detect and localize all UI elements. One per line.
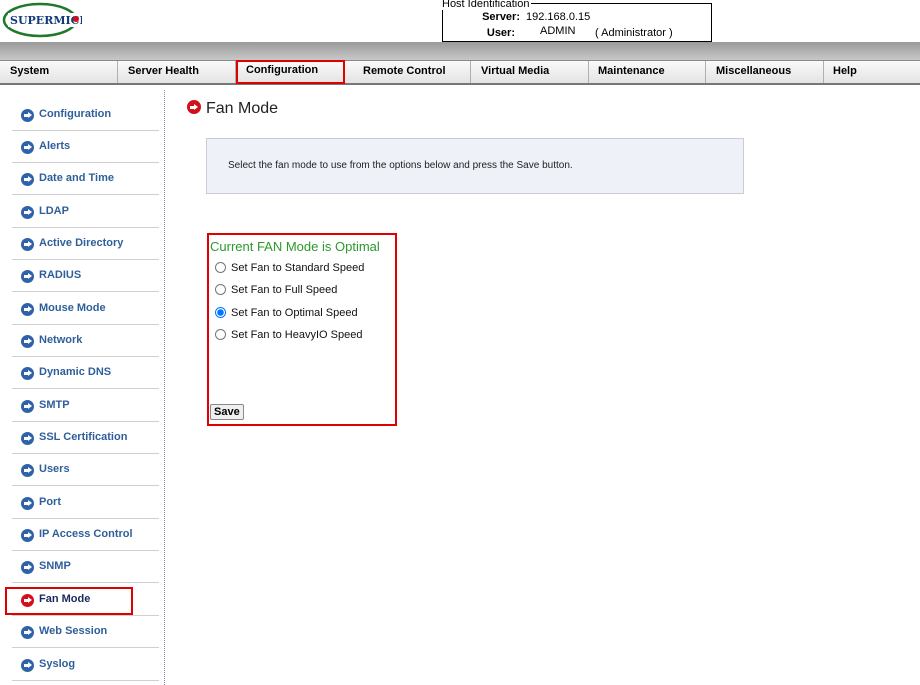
circle-right-arrow-icon bbox=[21, 659, 34, 672]
option-label: Set Fan to HeavyIO Speed bbox=[231, 329, 363, 341]
host-identification-box: Host Identification Server: 192.168.0.15… bbox=[442, 0, 712, 42]
circle-right-arrow-icon bbox=[21, 626, 34, 639]
option-label: Set Fan to Standard Speed bbox=[231, 262, 365, 274]
sidebar-item-label: Active Directory bbox=[39, 237, 124, 249]
option-heavyio-speed[interactable]: Set Fan to HeavyIO Speed bbox=[215, 328, 363, 341]
sidebar-item-label: Dynamic DNS bbox=[39, 366, 112, 378]
sidebar-item-label: SMTP bbox=[39, 399, 70, 411]
option-standard-speed[interactable]: Set Fan to Standard Speed bbox=[215, 261, 365, 274]
user-role: ( Administrator ) bbox=[595, 27, 673, 39]
menu-server-health[interactable]: Server Health bbox=[118, 61, 236, 83]
sidebar-item-label: SNMP bbox=[39, 560, 71, 572]
sidebar-item-ldap[interactable]: LDAP bbox=[12, 196, 159, 228]
sidebar-item-label: Alerts bbox=[39, 140, 71, 152]
fan-mode-status: Current FAN Mode is Optimal bbox=[210, 239, 380, 254]
info-text: Select the fan mode to use from the opti… bbox=[228, 160, 573, 171]
page-title: Fan Mode bbox=[187, 100, 278, 118]
menu-miscellaneous[interactable]: Miscellaneous bbox=[706, 61, 824, 83]
sidebar-item-ssl-certification[interactable]: SSL Certification bbox=[12, 422, 159, 454]
sidebar-item-web-session[interactable]: Web Session bbox=[12, 616, 159, 648]
sidebar-item-configuration[interactable]: Configuration bbox=[12, 99, 159, 131]
radio-standard-speed[interactable] bbox=[215, 261, 226, 273]
server-label: Server: bbox=[482, 11, 520, 23]
gray-band bbox=[0, 42, 920, 60]
option-label: Set Fan to Full Speed bbox=[231, 284, 338, 296]
sidebar-item-users[interactable]: Users bbox=[12, 454, 159, 486]
sidebar-item-label: Configuration bbox=[39, 108, 112, 120]
header: SUPERMICRO Host Identification Server: 1… bbox=[0, 0, 920, 42]
circle-right-arrow-icon bbox=[21, 529, 34, 542]
circle-right-arrow-icon bbox=[21, 400, 34, 413]
sidebar-item-date-and-time[interactable]: Date and Time bbox=[12, 163, 159, 195]
circle-right-arrow-icon bbox=[21, 432, 34, 445]
sidebar-item-label: Syslog bbox=[39, 658, 76, 670]
sidebar-item-smtp[interactable]: SMTP bbox=[12, 390, 159, 422]
sidebar-item-syslog[interactable]: Syslog bbox=[12, 649, 159, 681]
host-legend: Host Identification bbox=[442, 0, 532, 10]
menu-configuration[interactable]: Configuration bbox=[236, 60, 345, 84]
sidebar-item-label: Port bbox=[39, 496, 61, 508]
circle-right-arrow-icon bbox=[21, 206, 34, 219]
sidebar-item-ip-access-control[interactable]: IP Access Control bbox=[12, 519, 159, 551]
fan-mode-form: Current FAN Mode is Optimal Set Fan to S… bbox=[207, 233, 397, 426]
supermicro-logo: SUPERMICRO bbox=[2, 2, 82, 38]
circle-right-arrow-icon bbox=[21, 109, 34, 122]
sidebar-item-snmp[interactable]: SNMP bbox=[12, 551, 159, 583]
sidebar-item-label: SSL Certification bbox=[39, 431, 128, 443]
sidebar-item-active-directory[interactable]: Active Directory bbox=[12, 228, 159, 260]
user-value: ADMIN bbox=[540, 25, 576, 37]
circle-right-arrow-icon bbox=[21, 141, 34, 154]
radio-full-speed[interactable] bbox=[215, 283, 226, 295]
sidebar-item-label: Web Session bbox=[39, 625, 108, 637]
sidebar-item-mouse-mode[interactable]: Mouse Mode bbox=[12, 293, 159, 325]
sidebar-item-label: LDAP bbox=[39, 205, 69, 217]
menu-remote-control[interactable]: Remote Control bbox=[353, 61, 471, 83]
circle-right-arrow-icon bbox=[21, 238, 34, 251]
sidebar-item-label: Date and Time bbox=[39, 172, 114, 184]
user-label: User: bbox=[486, 27, 515, 39]
sidebar-item-label: RADIUS bbox=[39, 269, 82, 281]
circle-right-arrow-icon bbox=[21, 303, 34, 316]
logo-text: SUPERMICRO bbox=[10, 14, 82, 27]
option-label: Set Fan to Optimal Speed bbox=[231, 307, 358, 319]
sidebar-item-label: Network bbox=[39, 334, 83, 346]
option-full-speed[interactable]: Set Fan to Full Speed bbox=[215, 283, 338, 296]
sidebar-item-alerts[interactable]: Alerts bbox=[12, 131, 159, 163]
circle-right-arrow-icon bbox=[21, 335, 34, 348]
circle-right-arrow-icon bbox=[21, 270, 34, 283]
circle-right-arrow-icon bbox=[21, 561, 34, 574]
sidebar-item-radius[interactable]: RADIUS bbox=[12, 260, 159, 292]
sidebar-item-dynamic-dns[interactable]: Dynamic DNS bbox=[12, 357, 159, 389]
top-menu-bar: System Server Health Configuration Remot… bbox=[0, 60, 920, 85]
menu-virtual-media[interactable]: Virtual Media bbox=[471, 61, 589, 83]
radio-heavyio-speed[interactable] bbox=[215, 328, 226, 340]
save-button[interactable]: Save bbox=[210, 404, 244, 420]
radio-optimal-speed[interactable] bbox=[215, 306, 226, 318]
info-box: Select the fan mode to use from the opti… bbox=[206, 138, 744, 194]
fan-mode-highlight-box bbox=[5, 587, 133, 615]
circle-right-arrow-icon bbox=[21, 497, 34, 510]
circle-right-arrow-icon bbox=[187, 100, 201, 115]
sidebar-item-label: IP Access Control bbox=[39, 528, 133, 540]
menu-system[interactable]: System bbox=[0, 61, 118, 83]
menu-maintenance[interactable]: Maintenance bbox=[588, 61, 706, 83]
sidebar-item-port[interactable]: Port bbox=[12, 487, 159, 519]
option-optimal-speed[interactable]: Set Fan to Optimal Speed bbox=[215, 306, 358, 319]
server-value: 192.168.0.15 bbox=[526, 11, 591, 23]
menu-help[interactable]: Help bbox=[823, 61, 920, 83]
page-title-text: Fan Mode bbox=[206, 100, 279, 117]
circle-right-arrow-icon bbox=[21, 367, 34, 380]
sidebar-item-network[interactable]: Network bbox=[12, 325, 159, 357]
circle-right-arrow-icon bbox=[21, 464, 34, 477]
circle-right-arrow-icon bbox=[21, 173, 34, 186]
sidebar-item-label: Users bbox=[39, 463, 70, 475]
sidebar-item-label: Mouse Mode bbox=[39, 302, 106, 314]
